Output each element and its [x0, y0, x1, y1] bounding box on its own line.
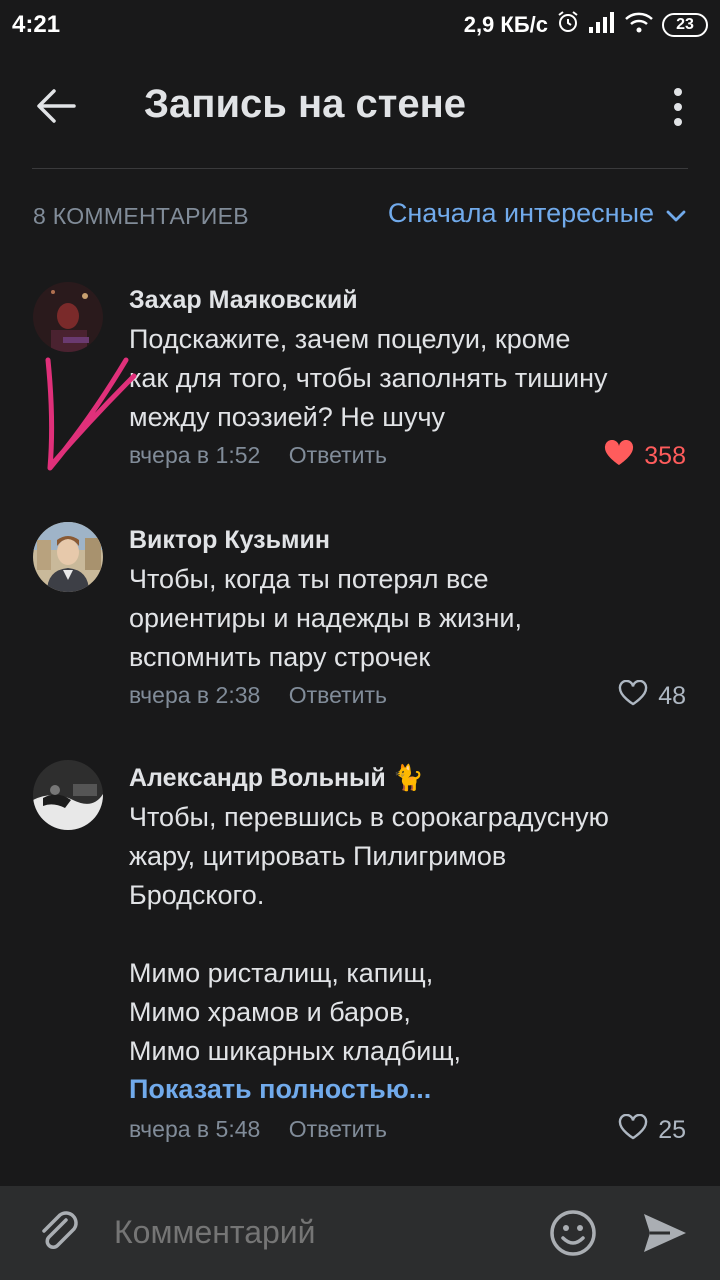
header-divider — [32, 168, 688, 169]
sort-label: Сначала интересные — [387, 198, 654, 228]
comment-text: Чтобы, когда ты потерял все ориентиры и … — [129, 564, 522, 672]
comments-count: 8 КОММЕНТАРИЕВ — [33, 203, 249, 229]
comment-text: Чтобы, перевшись в сорокаградусную жару,… — [129, 802, 609, 1066]
heart-filled-icon — [604, 439, 634, 473]
net-speed: 2,9 КБ/с — [463, 11, 548, 37]
heart-outline-icon — [618, 1113, 648, 1147]
comment-input[interactable] — [114, 1214, 514, 1251]
more-vertical-icon[interactable] — [670, 86, 686, 130]
like-count: 25 — [658, 1116, 686, 1144]
wifi-icon — [624, 11, 654, 38]
header: Запись на стене — [0, 66, 720, 150]
sort-dropdown[interactable]: Сначала интересные — [388, 198, 686, 229]
comment-meta: вчера в 1:52 Ответить — [129, 442, 387, 469]
avatar[interactable] — [33, 760, 103, 830]
status-right: 2,9 КБ/с 23 — [464, 10, 708, 39]
reply-button[interactable]: Ответить — [289, 442, 387, 468]
screen: 4:21 2,9 КБ/с 23 Запись на стене 8 КОММЕ… — [0, 0, 720, 1280]
comment-meta: вчера в 2:38 Ответить — [129, 682, 387, 709]
send-icon[interactable] — [640, 1210, 688, 1256]
comment-time: вчера в 1:52 — [129, 442, 261, 468]
attach-icon[interactable] — [36, 1210, 82, 1256]
like-button[interactable]: 358 — [604, 439, 686, 473]
back-arrow-icon[interactable] — [34, 84, 78, 128]
show-more-link[interactable]: Показать полностью... — [129, 1074, 431, 1105]
chevron-down-icon — [666, 198, 686, 229]
battery-icon: 23 — [662, 12, 708, 37]
heart-outline-icon — [618, 679, 648, 713]
like-count: 48 — [658, 682, 686, 710]
comment-time: вчера в 5:48 — [129, 1116, 261, 1142]
status-bar: 4:21 2,9 КБ/с 23 — [0, 0, 720, 52]
comment-author[interactable]: Виктор Кузьмин — [129, 526, 330, 555]
status-time: 4:21 — [12, 11, 61, 38]
comment-text: Подскажите, зачем поцелуи, кроме как для… — [129, 324, 608, 432]
comment-time: вчера в 2:38 — [129, 682, 261, 708]
page-title: Запись на стене — [144, 82, 467, 126]
comment-input-bar — [0, 1186, 720, 1280]
avatar[interactable] — [33, 522, 103, 592]
comment-author[interactable]: Захар Маяковский — [129, 286, 358, 315]
comment-author[interactable]: Александр Вольный 🐈 — [129, 764, 424, 793]
signal-icon — [588, 11, 616, 38]
avatar[interactable] — [33, 282, 103, 352]
like-button[interactable]: 25 — [618, 1113, 686, 1147]
like-button[interactable]: 48 — [618, 679, 686, 713]
reply-button[interactable]: Ответить — [289, 1116, 387, 1142]
comment-meta: вчера в 5:48 Ответить — [129, 1116, 387, 1143]
alarm-icon — [556, 10, 580, 39]
reply-button[interactable]: Ответить — [289, 682, 387, 708]
emoji-icon[interactable] — [548, 1208, 598, 1258]
like-count: 358 — [644, 442, 686, 470]
